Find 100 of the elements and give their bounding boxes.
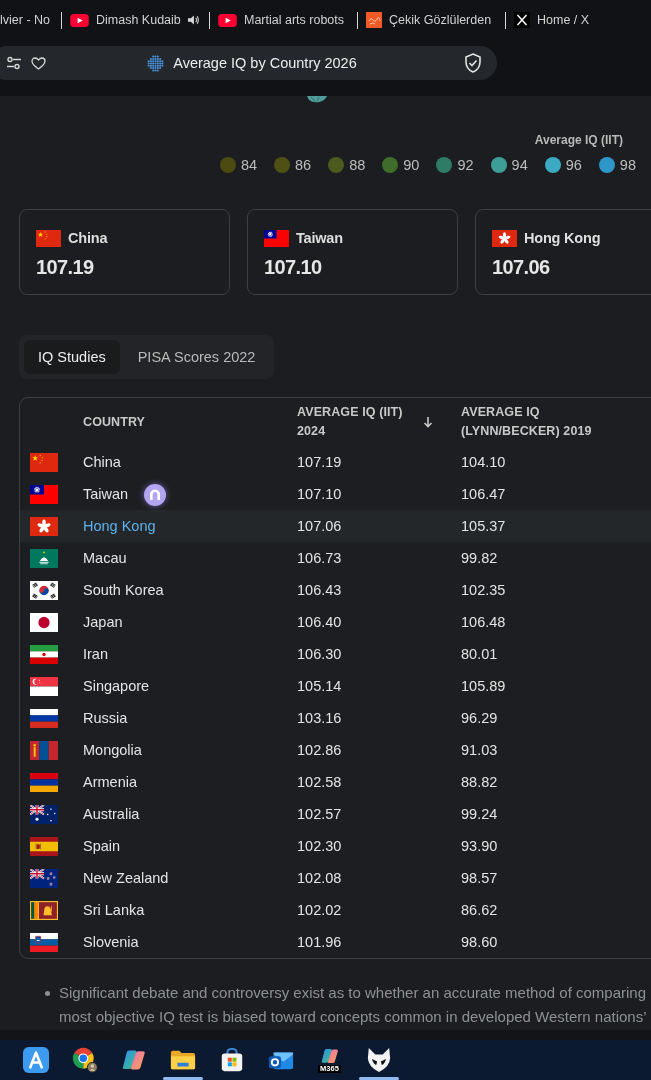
table-cell: 106.47 [461, 486, 506, 502]
table-cell: 102.02 [297, 902, 342, 918]
table-cell: 96.29 [461, 710, 498, 726]
a-letter-tile-icon[interactable] [22, 1047, 49, 1073]
legend-label: 92 [457, 157, 474, 173]
fox-head-icon[interactable] [365, 1047, 392, 1073]
table-cell: 91.03 [461, 742, 498, 758]
table-cell: 106.40 [297, 614, 342, 630]
legend-label: 84 [240, 157, 257, 173]
flag-icon [30, 868, 58, 888]
table-cell: 106.48 [461, 614, 506, 630]
bullet-icon [45, 991, 50, 996]
flag-icon [30, 644, 58, 664]
legend-title: Average IQ (IIT) [534, 132, 623, 148]
shield-check-icon[interactable] [464, 53, 482, 73]
table-cell: 105.14 [297, 678, 342, 694]
card-score: 107.10 [264, 255, 322, 279]
flag-icon [30, 772, 58, 792]
sliders-icon[interactable] [6, 56, 22, 70]
country-link[interactable]: Australia [83, 806, 140, 822]
legend-label: 90 [403, 157, 420, 173]
country-link[interactable]: Japan [83, 614, 123, 630]
legend-label: 88 [349, 157, 366, 173]
card-country-name: Taiwan [296, 230, 343, 246]
table-cell: 101.96 [297, 934, 342, 950]
flag-icon [30, 708, 58, 728]
flag-icon [30, 740, 58, 760]
country-link[interactable]: Macau [83, 550, 127, 566]
table-cell: 102.57 [297, 806, 342, 822]
image-fragment-drawing [305, 96, 329, 103]
card-score: 107.19 [36, 255, 94, 279]
flag-icon [30, 452, 58, 472]
table-cell: 88.82 [461, 774, 498, 790]
table-cell: 107.10 [297, 486, 342, 502]
column-header[interactable]: AVERAGE IQ (IIT) 2024 [297, 403, 433, 441]
flag-icon [30, 548, 58, 568]
table-cell: 102.08 [297, 870, 342, 886]
browser-tab[interactable]: lvier - No [0, 8, 50, 32]
heart-icon[interactable] [31, 56, 46, 70]
flag-icon [30, 900, 58, 920]
table-cell: 102.58 [297, 774, 342, 790]
legend-label: 98 [619, 157, 636, 173]
note-text: Significant debate and controversy exist as to whether an accurate method of comparing most objective IQ test is biased toward concepts common in developed Western nations’ [59, 983, 647, 1027]
page-title: Average IQ by Country 2026 [173, 55, 357, 71]
table-cell: 99.24 [461, 806, 498, 822]
address-bar[interactable]: Average IQ by Country 2026 [0, 46, 497, 80]
globe-icon [147, 54, 165, 72]
browser-tab[interactable]: Home / X [514, 8, 590, 32]
country-link[interactable]: Iran [83, 646, 108, 662]
table-cell: 93.90 [461, 838, 498, 854]
table-cell: 105.89 [461, 678, 506, 694]
table-cell: 102.86 [297, 742, 342, 758]
play-button-icon [70, 13, 89, 27]
country-link[interactable]: Slovenia [83, 934, 139, 950]
table-cell: 80.01 [461, 646, 498, 662]
table-cell: 86.62 [461, 902, 498, 918]
table-cell: 103.16 [297, 710, 342, 726]
table-cell: 104.10 [461, 454, 506, 470]
table-cell: 105.37 [461, 518, 506, 534]
speaker-icon[interactable] [186, 14, 200, 26]
arch-circle-icon[interactable] [144, 484, 166, 506]
flag-icon [30, 804, 58, 824]
table-cell: 106.30 [297, 646, 342, 662]
flag-icon [492, 229, 517, 247]
swirl-logo-icon[interactable] [120, 1047, 147, 1073]
flag-icon [36, 229, 61, 247]
round-browser-icon[interactable] [71, 1047, 98, 1073]
table-cell: 102.30 [297, 838, 342, 854]
table-cell: 102.35 [461, 582, 506, 598]
flag-icon [30, 580, 58, 600]
flag-icon [264, 229, 289, 247]
flag-icon [30, 484, 58, 504]
browser-tab[interactable]: Martial arts robots [218, 8, 345, 32]
country-link[interactable]: Hong Kong [83, 518, 156, 534]
table-cell: 98.60 [461, 934, 498, 950]
column-header[interactable]: COUNTRY [83, 412, 146, 432]
country-link[interactable]: New Zealand [83, 870, 169, 886]
table-cell: 106.73 [297, 550, 342, 566]
view-tab[interactable]: IQ Studies [24, 340, 120, 374]
country-link[interactable]: Singapore [83, 678, 150, 694]
x-mark-icon [514, 12, 530, 28]
view-tab[interactable]: PISA Scores 2022 [123, 340, 270, 374]
country-link[interactable]: Armenia [83, 774, 137, 790]
flag-icon [30, 932, 58, 952]
legend-label: 96 [565, 157, 582, 173]
country-link[interactable]: Taiwan [83, 486, 129, 502]
browser-tab[interactable]: Çekik Gözlülerden [366, 8, 492, 32]
country-link[interactable]: Spain [83, 838, 121, 854]
browser-tab[interactable]: Dimash Kudaib [70, 8, 181, 32]
country-link[interactable]: Mongolia [83, 742, 142, 758]
column-header[interactable]: AVERAGE IQ (LYNN/BECKER) 2019 [461, 403, 611, 441]
flag-icon [30, 516, 58, 536]
country-link[interactable]: South Korea [83, 582, 164, 598]
table-cell: 106.43 [297, 582, 342, 598]
country-link[interactable]: Sri Lanka [83, 902, 145, 918]
table-cell: 107.19 [297, 454, 342, 470]
country-link[interactable]: Russia [83, 710, 128, 726]
country-link[interactable]: China [83, 454, 121, 470]
table-cell: 99.82 [461, 550, 498, 566]
table-cell: 107.06 [297, 518, 342, 534]
